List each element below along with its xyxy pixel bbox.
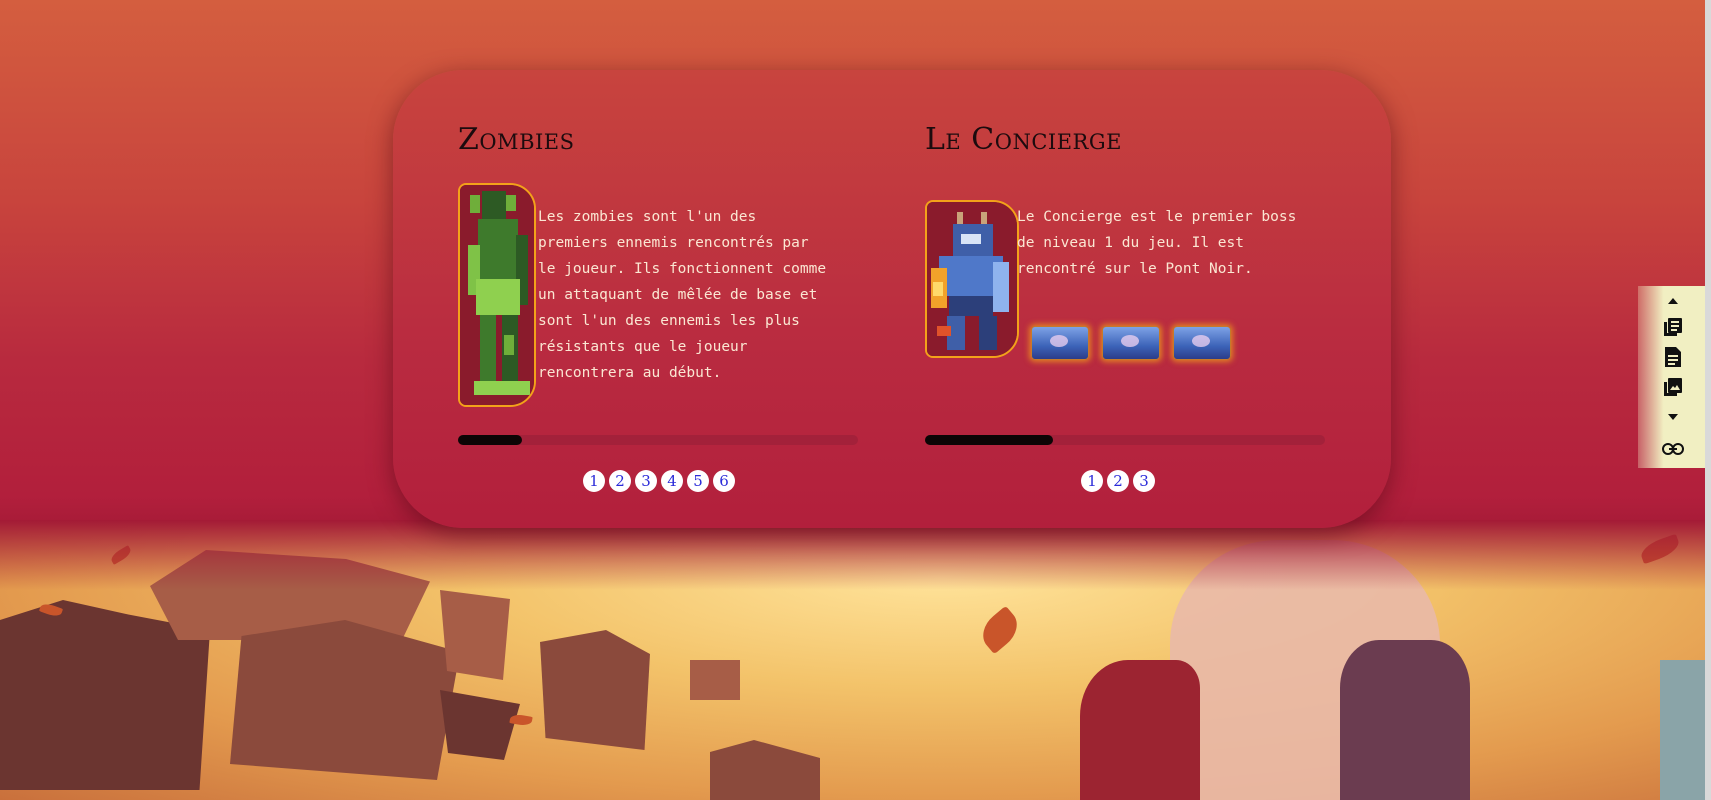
page-dot-1[interactable]: 1: [1081, 470, 1103, 492]
page-dot-1[interactable]: 1: [583, 470, 605, 492]
caret-down-icon[interactable]: [1662, 406, 1684, 428]
page-dot-2[interactable]: 2: [1107, 470, 1129, 492]
progress-track: [458, 435, 858, 445]
page-dot-3[interactable]: 3: [1133, 470, 1155, 492]
pagination: 123456: [583, 470, 735, 492]
boss-thumbnail-2[interactable]: [1102, 326, 1160, 360]
caret-up-icon[interactable]: [1662, 290, 1684, 312]
progress-track: [925, 435, 1325, 445]
boss-thumbnail-1[interactable]: [1031, 326, 1089, 360]
window-scrollbar[interactable]: [1705, 0, 1711, 800]
concierge-portrait[interactable]: [925, 200, 1019, 358]
articles-icon[interactable]: [1662, 316, 1684, 338]
enemies-panel: Zombies Les zombies sont l'un des premie…: [393, 70, 1391, 528]
card-title: Zombies: [458, 122, 575, 157]
card-description: Les zombies sont l'un des premiers ennem…: [538, 209, 827, 381]
gallery-icon[interactable]: [1662, 376, 1684, 398]
card-title: Le Concierge: [925, 122, 1122, 157]
page-dot-2[interactable]: 2: [609, 470, 631, 492]
pagination: 123: [1081, 470, 1155, 492]
zombie-portrait[interactable]: [458, 183, 536, 407]
page-dot-6[interactable]: 6: [713, 470, 735, 492]
background-scene: [0, 520, 1711, 800]
link-icon[interactable]: [1662, 438, 1684, 460]
enemy-card-zombies: Zombies Les zombies sont l'un des premie…: [458, 70, 888, 528]
page-dot-5[interactable]: 5: [687, 470, 709, 492]
progress-fill: [925, 435, 1053, 445]
concierge-sprite-icon: [927, 202, 1017, 356]
progress-fill: [458, 435, 522, 445]
page-dot-3[interactable]: 3: [635, 470, 657, 492]
page-dot-4[interactable]: 4: [661, 470, 683, 492]
zombie-sprite-icon: [460, 185, 534, 405]
side-toolbar: [1638, 286, 1711, 468]
enemy-card-concierge: Le Concierge Le Concierge est le premier…: [925, 70, 1355, 528]
document-icon[interactable]: [1662, 346, 1684, 368]
card-description: Le Concierge est le premier boss de nive…: [1017, 209, 1297, 277]
boss-thumbnail-3[interactable]: [1173, 326, 1231, 360]
